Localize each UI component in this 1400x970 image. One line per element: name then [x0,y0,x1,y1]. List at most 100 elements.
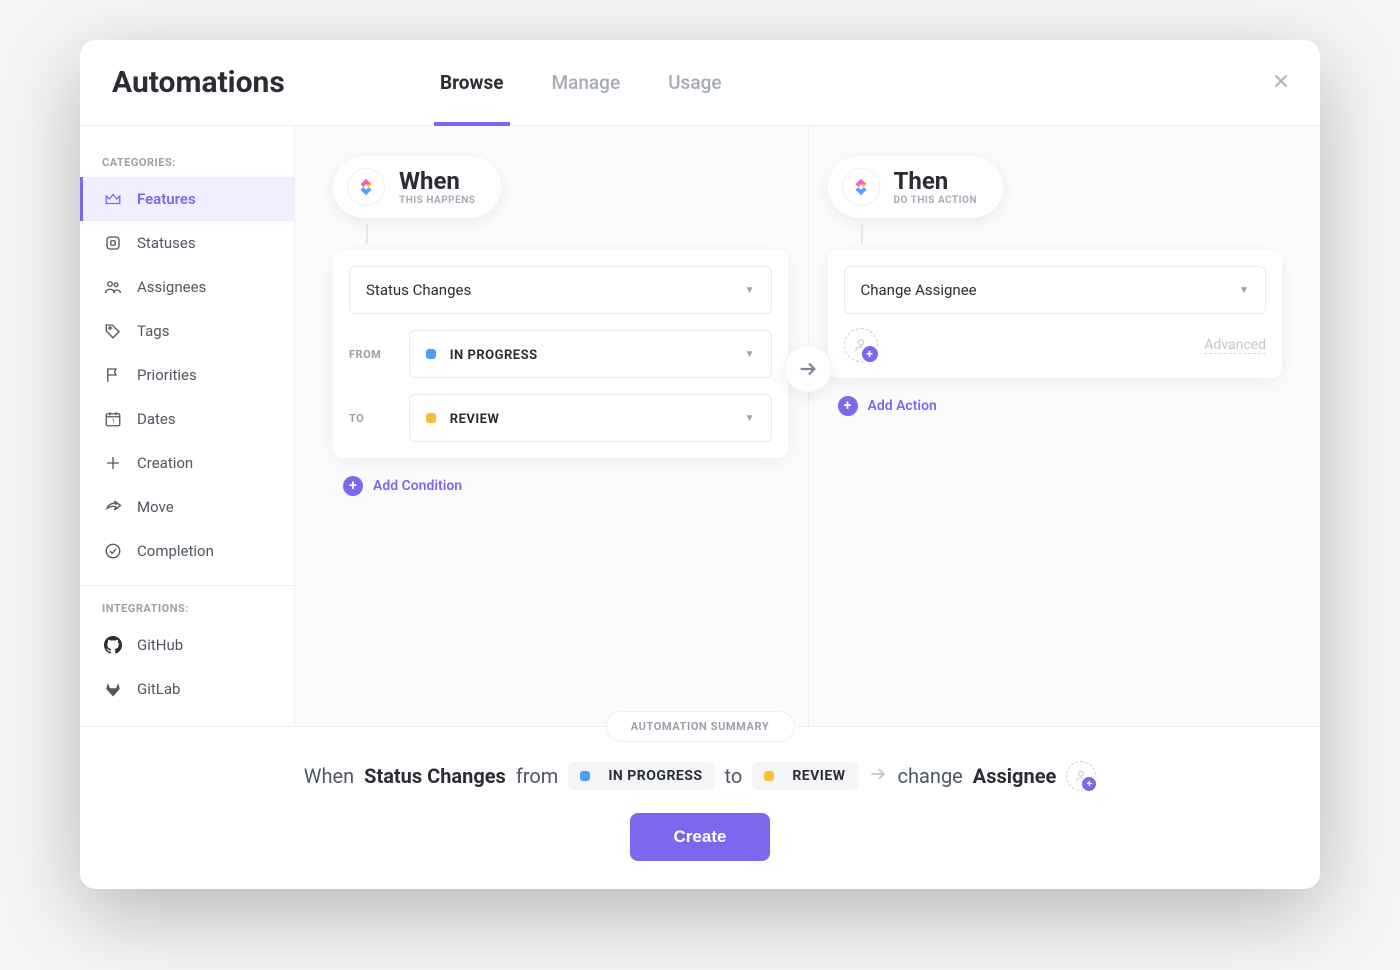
add-condition-label: Add Condition [373,478,462,494]
people-icon [103,277,123,297]
summary-word-when: When [304,764,354,788]
share-icon [103,497,123,517]
clickup-logo-icon [842,168,880,206]
close-button[interactable] [1270,70,1292,96]
chevron-down-icon: ▼ [745,285,755,296]
sidebar-item-gitlab[interactable]: GitLab [80,667,294,711]
from-status-select[interactable]: IN PROGRESS ▼ [409,330,772,378]
summary-assignee-picker[interactable] [1066,761,1096,791]
check-circle-icon [103,541,123,561]
then-subtitle: DO THIS ACTION [894,195,978,206]
when-header-pill: When THIS HAPPENS [333,156,501,218]
sidebar-item-github[interactable]: GitHub [80,623,294,667]
then-column: Then DO THIS ACTION Change Assignee ▼ A [828,156,1283,726]
trigger-select-value: Status Changes [366,281,471,299]
sidebar-item-features[interactable]: Features [80,177,294,221]
summary-sentence: When Status Changes from IN PROGRESS to … [304,761,1097,791]
close-icon [1270,70,1292,92]
add-condition-button[interactable]: + Add Condition [343,476,788,496]
sidebar-item-completion[interactable]: Completion [80,529,294,573]
connector-line [366,224,368,244]
create-button[interactable]: Create [630,813,771,861]
sidebar-item-label: GitLab [137,680,180,698]
sidebar-divider [80,585,294,586]
trigger-card: Status Changes ▼ FROM IN PROGRESS ▼ [333,250,788,458]
sidebar-item-label: Completion [137,542,214,560]
to-status-value: REVIEW [450,412,500,427]
then-title: Then [894,168,978,194]
status-color-dot [426,413,436,423]
summary-word-change: change [898,764,963,788]
tab-manage[interactable]: Manage [552,40,621,125]
sidebar-item-label: Dates [137,410,176,428]
summary-target: Assignee [973,764,1057,788]
status-color-dot [426,349,436,359]
summary-to-badge: REVIEW [752,762,857,790]
modal-header: Automations Browse Manage Usage [80,40,1320,126]
sidebar-item-priorities[interactable]: Priorities [80,353,294,397]
tab-browse[interactable]: Browse [440,40,504,125]
sidebar-item-creation[interactable]: Creation [80,441,294,485]
from-label: FROM [349,348,391,361]
assignee-picker[interactable] [844,328,878,362]
sidebar-item-label: GitHub [137,636,183,654]
tab-label: Manage [552,71,621,94]
action-card: Change Assignee ▼ Advanced [828,250,1283,378]
sidebar-item-dates[interactable]: 1 Dates [80,397,294,441]
chevron-down-icon: ▼ [745,413,755,424]
summary-word-from: from [516,764,558,788]
summary-chip: AUTOMATION SUMMARY [606,711,795,742]
then-header-pill: Then DO THIS ACTION [828,156,1004,218]
plus-circle-icon: + [838,396,858,416]
status-color-dot [764,771,774,781]
to-status-select[interactable]: REVIEW ▼ [409,394,772,442]
plus-outline-icon [103,453,123,473]
modal-body: CATEGORIES: Features Statuses Assignees … [80,126,1320,726]
github-icon [103,635,123,655]
when-subtitle: THIS HAPPENS [399,195,475,206]
automations-modal: Automations Browse Manage Usage CATEGORI… [80,40,1320,889]
sidebar-item-label: Statuses [137,234,196,252]
arrow-right-icon [797,358,819,380]
action-select[interactable]: Change Assignee ▼ [844,266,1267,314]
tab-label: Browse [440,71,504,94]
to-label: TO [349,412,391,425]
sidebar-item-label: Assignees [137,278,206,296]
gitlab-icon [103,679,123,699]
sidebar-item-move[interactable]: Move [80,485,294,529]
chevron-down-icon: ▼ [745,349,755,360]
sidebar-item-label: Priorities [137,366,197,384]
trigger-select[interactable]: Status Changes ▼ [349,266,772,314]
status-color-dot [580,771,590,781]
builder-canvas: When THIS HAPPENS Status Changes ▼ FROM [295,126,1320,726]
sidebar-item-label: Creation [137,454,193,472]
person-icon [853,337,869,353]
chevron-down-icon: ▼ [1239,285,1249,296]
tag-icon [103,321,123,341]
sidebar-item-label: Tags [137,322,169,340]
crown-icon [103,189,123,209]
plus-circle-icon: + [343,476,363,496]
sidebar-item-label: Features [137,190,196,208]
add-action-button[interactable]: + Add Action [838,396,1283,416]
sidebar-section-integrations: INTEGRATIONS: [80,592,294,623]
action-select-value: Change Assignee [861,281,977,299]
add-action-label: Add Action [868,398,937,414]
tab-usage[interactable]: Usage [668,40,721,125]
sidebar-item-label: Move [137,498,174,516]
summary-trigger: Status Changes [364,764,506,788]
sidebar-item-tags[interactable]: Tags [80,309,294,353]
canvas-divider [808,126,809,726]
header-tabs: Browse Manage Usage [440,40,722,125]
when-column: When THIS HAPPENS Status Changes ▼ FROM [333,156,788,726]
calendar-icon: 1 [103,409,123,429]
when-title: When [399,168,475,194]
summary-from-status: IN PROGRESS [608,768,702,784]
flow-arrow [785,346,831,392]
advanced-link[interactable]: Advanced [1204,337,1266,354]
svg-text:1: 1 [111,419,114,426]
sidebar-item-statuses[interactable]: Statuses [80,221,294,265]
sidebar-item-assignees[interactable]: Assignees [80,265,294,309]
automation-summary: AUTOMATION SUMMARY When Status Changes f… [80,726,1320,889]
flag-icon [103,365,123,385]
